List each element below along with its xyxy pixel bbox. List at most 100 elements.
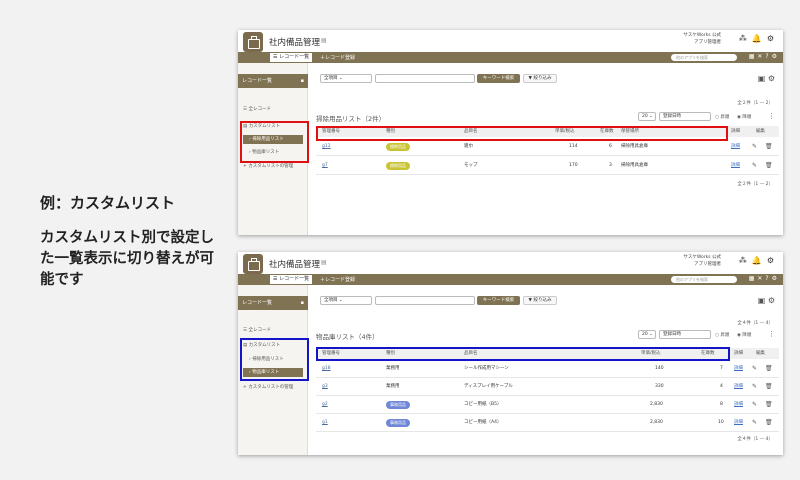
nav-icons[interactable]: ▦✕?⚙	[749, 53, 780, 60]
settings-icon: ⚙	[767, 74, 775, 83]
keyword-search-button[interactable]: キーワード検索	[477, 74, 520, 83]
delete-icon[interactable]: 🗑	[765, 138, 773, 156]
delete-icon[interactable]: 🗑	[765, 157, 773, 175]
delete-icon[interactable]: 🗑	[765, 414, 773, 432]
app-search-input[interactable]: 他のアプリを検索	[671, 276, 737, 283]
sidebar-item-custom-list[interactable]: ▤ カスタムリスト	[243, 123, 280, 129]
record-id-link[interactable]: g2	[322, 396, 328, 414]
list-title: 物品庫リスト（4件）	[316, 333, 379, 341]
col-price[interactable]: 単価/税込	[641, 348, 661, 359]
sort-desc-radio[interactable]: ◉ 降順	[737, 332, 751, 338]
main-icons[interactable]: ▣ ⚙	[758, 296, 775, 305]
sidebar-item-custom-list[interactable]: ▤ カスタムリスト	[243, 342, 280, 348]
col-name[interactable]: 品目名	[464, 126, 478, 137]
sort-asc-radio[interactable]: ○ 昇順	[715, 114, 729, 120]
header-icons[interactable]: ⁂🔔⚙	[739, 256, 779, 265]
item-stock: 6	[609, 144, 612, 149]
sort-asc-radio[interactable]: ○ 昇順	[715, 332, 729, 338]
sort-field-select[interactable]: 登録日時	[659, 330, 711, 339]
app-logo-icon[interactable]	[243, 254, 263, 274]
detail-link[interactable]: 詳細	[734, 414, 743, 432]
filter-button[interactable]: ▼ 絞り込み	[523, 296, 557, 305]
sidebar-header: レコード一覧 ▪	[238, 296, 308, 310]
field-select[interactable]: 全項目 ⌄	[320, 296, 372, 305]
app-title: 社内備品管理	[269, 38, 321, 48]
keyword-input[interactable]	[375, 74, 475, 83]
detail-link[interactable]: 詳細	[731, 157, 740, 175]
record-id-link[interactable]: g7	[322, 157, 328, 175]
app-title-icon[interactable]: ▤	[321, 259, 327, 266]
edit-icon[interactable]: ✎	[752, 396, 757, 414]
col-stock[interactable]: 在庫数	[600, 126, 614, 137]
sort-field-select[interactable]: 登録日時	[659, 112, 711, 121]
sort-desc-radio[interactable]: ◉ 降順	[737, 114, 751, 120]
app-logo-icon[interactable]	[243, 32, 263, 52]
record-id-link[interactable]: g12	[322, 138, 331, 156]
record-id-link[interactable]: g1	[322, 414, 328, 432]
col-stock[interactable]: 在庫数	[701, 348, 715, 359]
sidebar-item-storage-list[interactable]: › 物品庫リスト	[243, 368, 303, 377]
col-price[interactable]: 単価/税込	[555, 126, 575, 137]
per-page-select[interactable]: 20 ⌄	[638, 112, 656, 121]
sidebar-item-all-records[interactable]: ☰ 全レコード	[243, 106, 271, 112]
header-icons[interactable]: ⁂🔔⚙	[739, 34, 779, 43]
col-place[interactable]: 保管場所	[621, 126, 639, 137]
main-icons[interactable]: ▣ ⚙	[758, 74, 775, 83]
pin-icon[interactable]: ▪	[301, 296, 304, 310]
keyword-search-button[interactable]: キーワード検索	[477, 296, 520, 305]
edit-icon[interactable]: ✎	[752, 414, 757, 432]
record-list-tab[interactable]: ☰ レコード一覧	[270, 53, 313, 62]
sidebar: レコード一覧 ▪ ☰ 全レコード ▤ カスタムリスト › 掃除用品リスト › 物品…	[238, 285, 308, 455]
nav-bar: ☰ レコード一覧 ＋レコード登録 他のアプリを検索 ▦✕?⚙	[238, 274, 783, 285]
nav-icons[interactable]: ▦✕?⚙	[749, 275, 780, 282]
col-id[interactable]: 管理番号	[322, 348, 340, 359]
table-row: g18 業務用 シール作成用マシーン 140 7 詳細 ✎ 🗑	[316, 360, 779, 378]
filter-button[interactable]: ▼ 絞り込み	[523, 74, 557, 83]
edit-icon[interactable]: ✎	[752, 157, 757, 175]
col-name[interactable]: 品目名	[464, 348, 478, 359]
more-icon[interactable]: ⋮	[768, 112, 775, 120]
edit-icon[interactable]: ✎	[752, 138, 757, 156]
item-place: 掃除用具倉庫	[621, 144, 648, 149]
item-name: 雑巾	[464, 144, 473, 149]
edit-icon[interactable]: ✎	[752, 360, 757, 378]
delete-icon[interactable]: 🗑	[765, 378, 773, 396]
sidebar-item-manage-lists[interactable]: + カスタムリストの管理	[243, 384, 293, 390]
record-register-link[interactable]: ＋レコード登録	[320, 276, 355, 283]
app-search-input[interactable]: 他のアプリを検索	[671, 54, 737, 61]
sidebar-item-manage-lists[interactable]: + カスタムリストの管理	[243, 163, 293, 169]
col-id[interactable]: 管理番号	[322, 126, 340, 137]
per-page-select[interactable]: 20 ⌄	[638, 330, 656, 339]
delete-icon[interactable]: 🗑	[765, 396, 773, 414]
sidebar-item-cleaning-list[interactable]: › 掃除用品リスト	[243, 355, 303, 364]
item-stock: 4	[720, 384, 723, 389]
col-type[interactable]: 種別	[386, 348, 395, 359]
sidebar-item-all-records[interactable]: ☰ 全レコード	[243, 327, 271, 333]
record-list-tab[interactable]: ☰ レコード一覧	[270, 275, 313, 284]
app-header: 社内備品管理 ▤ サスケWorks 公式 アプリ管理者 ⁂🔔⚙	[238, 252, 783, 274]
app-title-icon[interactable]: ▤	[321, 37, 327, 44]
more-icon[interactable]: ⋮	[768, 330, 775, 338]
record-count-top: 全２件（1 ― 2）	[737, 101, 773, 106]
record-register-link[interactable]: ＋レコード登録	[320, 54, 355, 61]
record-id-link[interactable]: g18	[322, 360, 331, 378]
sidebar-item-cleaning-list[interactable]: › 掃除用品リスト	[243, 135, 303, 144]
detail-link[interactable]: 詳細	[734, 360, 743, 378]
sidebar-item-storage-list[interactable]: › 物品庫リスト	[243, 148, 303, 157]
record-id-link[interactable]: g3	[322, 378, 328, 396]
user-info[interactable]: サスケWorks 公式 アプリ管理者	[683, 32, 721, 46]
keyword-input[interactable]	[375, 296, 475, 305]
edit-icon[interactable]: ✎	[752, 378, 757, 396]
detail-link[interactable]: 詳細	[731, 138, 740, 156]
pin-icon[interactable]: ▪	[301, 74, 304, 88]
col-edit: 編集	[756, 351, 765, 356]
record-count-bottom: 全２件（1 ― 2）	[737, 182, 773, 187]
col-type[interactable]: 種別	[386, 126, 395, 137]
detail-link[interactable]: 詳細	[734, 396, 743, 414]
field-select[interactable]: 全項目 ⌄	[320, 74, 372, 83]
col-detail: 詳細	[734, 351, 743, 356]
delete-icon[interactable]: 🗑	[765, 360, 773, 378]
detail-link[interactable]: 詳細	[734, 378, 743, 396]
caption-body: カスタムリスト別で設定した一覧表示に切り替えが可能です	[40, 230, 214, 288]
user-info[interactable]: サスケWorks 公式 アプリ管理者	[683, 254, 721, 268]
